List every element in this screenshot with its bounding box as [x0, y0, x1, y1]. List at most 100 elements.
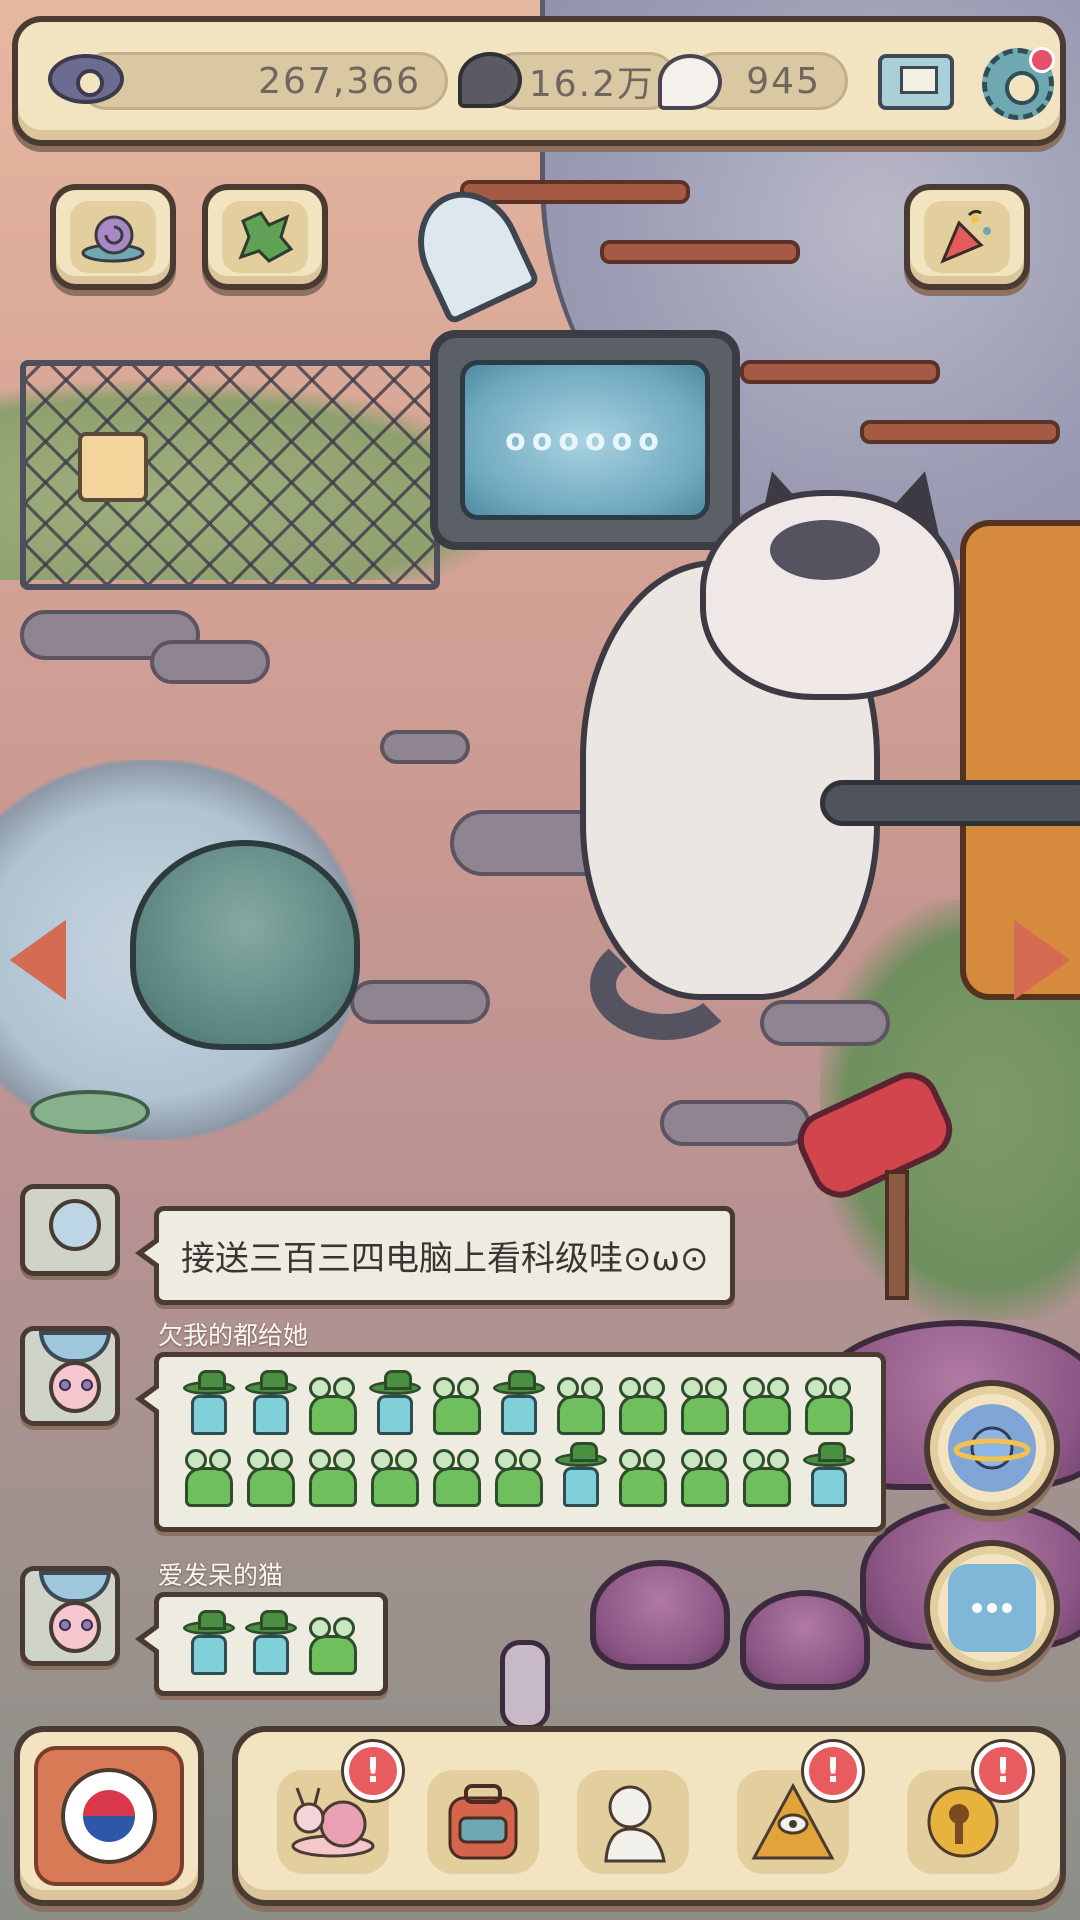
dark-bubble-icon [458, 52, 522, 108]
eye-counter: 267,366 [78, 52, 448, 110]
cat-head-patch [770, 520, 880, 580]
chat-sender-name: 爱发呆的猫 [158, 1561, 284, 1590]
chat-button[interactable] [924, 1540, 1060, 1676]
tile-inner [222, 201, 308, 273]
avatar-eye [59, 1619, 71, 1631]
hat-sticker-icon [181, 1610, 237, 1675]
hat-sticker-icon [181, 1370, 237, 1435]
backpack-icon [448, 1784, 518, 1860]
sticker-row [159, 1597, 383, 1675]
chat-bubble-icon [948, 1564, 1036, 1652]
wooden-plank [860, 420, 1060, 444]
planet-button[interactable] [924, 1380, 1060, 1516]
frog-sticker-icon [305, 1445, 361, 1507]
avatar-hair [39, 1571, 111, 1603]
hat-sticker-icon [243, 1610, 299, 1675]
avatar-hair [39, 1331, 111, 1363]
frog-sticker-icon [677, 1373, 733, 1435]
party-button[interactable] [904, 184, 1030, 290]
avatar[interactable] [20, 1184, 120, 1276]
item-bg [427, 1770, 539, 1874]
sticker-row [159, 1357, 881, 1435]
tile-inner [924, 201, 1010, 273]
tv-monitor[interactable]: oooooo [430, 330, 740, 550]
settings-gear-button[interactable] [982, 47, 1055, 120]
pyramid-button[interactable]: ! [728, 1742, 862, 1882]
snail-button[interactable]: ! [268, 1742, 402, 1882]
frog-sticker-icon [739, 1445, 795, 1507]
party-popper-icon [940, 209, 991, 264]
chat-bubble: 接送三百三四电脑上看科级哇⊙ω⊙ [134, 1206, 736, 1305]
light-bubble-count: 945 [746, 60, 821, 102]
frog-sticker-icon [243, 1445, 299, 1507]
mail-button[interactable] [878, 54, 954, 110]
frog-sticker-icon [181, 1445, 237, 1507]
avatar-eye [81, 1379, 93, 1391]
path-stone [380, 730, 470, 764]
eye-count: 267,366 [258, 60, 421, 102]
statue-button[interactable] [568, 1762, 698, 1882]
game-screen: oooooo 267,366 16.2万 945 接送三百三四电脑上看科级哇⊙ω… [0, 0, 1080, 1920]
frog-sticker-icon [367, 1445, 423, 1507]
tv-screen: oooooo [460, 360, 710, 520]
pipe [820, 780, 1080, 826]
avatar-eye [59, 1379, 71, 1391]
frog-sticker-icon [615, 1373, 671, 1435]
region-flag-button[interactable] [14, 1726, 204, 1906]
resource-bar: 267,366 16.2万 945 [12, 16, 1066, 146]
mushroom [740, 1590, 870, 1690]
snail-shell-icon [81, 215, 145, 263]
flag-panel [34, 1746, 184, 1886]
bottom-nav-bar: ! ! ! [232, 1726, 1066, 1906]
map-button[interactable] [202, 184, 328, 290]
path-stone [660, 1100, 810, 1146]
statue-icon [604, 1785, 666, 1863]
wooden-plank [740, 360, 940, 384]
chat-bubble [135, 1592, 388, 1696]
avatar[interactable] [20, 1326, 120, 1426]
avatar-eye [81, 1619, 93, 1631]
pond-robot[interactable] [130, 840, 360, 1050]
chat-bubble [135, 1352, 886, 1532]
avatar-face [49, 1601, 101, 1653]
no-entry-sign [78, 432, 148, 502]
item-bg [577, 1770, 689, 1874]
taeguk-symbol [83, 1790, 135, 1842]
key-coin-button[interactable]: ! [898, 1742, 1032, 1882]
planet-icon [948, 1404, 1036, 1492]
alert-badge: ! [804, 1742, 862, 1800]
wooden-post [500, 1640, 550, 1730]
scene-left-arrow[interactable] [10, 920, 66, 1000]
hat-sticker-icon [243, 1370, 299, 1435]
path-stone [760, 1000, 890, 1046]
notification-dot [1029, 47, 1055, 73]
frog-sticker-icon [305, 1373, 361, 1435]
hat-sticker-icon [553, 1442, 609, 1507]
wooden-plank [460, 180, 690, 204]
avatar-face [49, 1361, 101, 1413]
frog-sticker-icon [305, 1613, 361, 1675]
planet-ring-icon [953, 1426, 1031, 1470]
lily-pad [30, 1090, 150, 1134]
scene-right-arrow[interactable] [1014, 920, 1070, 1000]
path-stone [350, 980, 490, 1024]
frog-sticker-icon [615, 1445, 671, 1507]
avatar-face [49, 1199, 101, 1251]
wooden-plank [600, 240, 800, 264]
frog-sticker-icon [429, 1373, 485, 1435]
chat-message-text: 接送三百三四电脑上看科级哇⊙ω⊙ [181, 1239, 709, 1279]
tile-inner [70, 201, 156, 273]
path-stone [150, 640, 270, 684]
korea-flag-icon [61, 1768, 157, 1864]
eye-icon [48, 54, 124, 104]
avatar[interactable] [20, 1566, 120, 1666]
frog-sticker-icon [677, 1445, 733, 1507]
light-bubble-icon [658, 54, 722, 110]
hat-sticker-icon [491, 1370, 547, 1435]
mushroom [590, 1560, 730, 1670]
alert-badge: ! [974, 1742, 1032, 1800]
frog-sticker-icon [739, 1373, 795, 1435]
snail-shell-button[interactable] [50, 184, 176, 290]
backpack-button[interactable] [418, 1762, 548, 1882]
frog-sticker-icon [801, 1373, 857, 1435]
